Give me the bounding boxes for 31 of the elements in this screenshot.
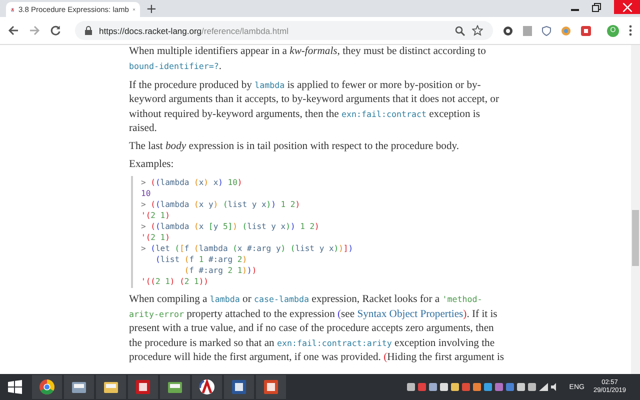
url-text: https://docs.racket-lang.org/reference/lambda.html (99, 26, 288, 36)
taskbar-app-icon[interactable] (192, 375, 222, 399)
star-icon[interactable] (472, 25, 483, 36)
signal-icon[interactable] (539, 383, 548, 391)
shield-icon[interactable] (542, 26, 551, 36)
taskbar-app-icon[interactable] (128, 375, 158, 399)
paragraph: If the procedure produced by lambda is applied to fewer or more by-position or by-keyword arguments than it accepts, to by-keyword arguments that it does not accept, or without required by-keyword arguments, then the exn:fail:contract exception is raised. (129, 79, 500, 136)
back-arrow-icon[interactable] (8, 25, 19, 36)
windows-logo-icon[interactable] (8, 380, 22, 394)
taskbar-app-icon[interactable] (160, 375, 190, 399)
close-window-button[interactable] (614, 0, 640, 14)
paragraph: When compiling a lambda or case-lambda expression, Racket looks for a 'method-arity-error property attached to the expression (see Syntax Object Properties). If it is present with a true value, and if no case of the procedure accepts zero arguments, then the procedure is marked so that an exn:fail:contract:arity exception involving the procedure will hide the first argument, if one was provided. (Hiding the first argument is (129, 293, 506, 365)
taskbar-app-icon[interactable] (64, 375, 94, 399)
examples-heading: Examples: (129, 158, 175, 172)
taskbar-app-icon[interactable] (32, 375, 62, 399)
reload-icon[interactable] (50, 25, 61, 36)
extension-badge-icon[interactable] (581, 26, 591, 36)
address-bar[interactable]: https://docs.racket-lang.org/reference/lambda.html (75, 21, 493, 40)
taskbar-app-icon[interactable] (224, 375, 254, 399)
taskbar-app-icon[interactable] (256, 375, 286, 399)
taskbar-app-icon[interactable] (96, 375, 126, 399)
close-icon (622, 2, 632, 12)
restore-icon[interactable] (592, 2, 601, 12)
code-example: > ((lambda (x) x) 10) 10 > ((lambda (x y) (list y x)) 1 2) '(2 1) > ((lambda (x [y 5]) (list y x)) 1 2) '(2 1) > (let ([f (lambda (x #:arg y) (list y x))]) (list (f 1 #:arg 2) (f #:arg 2 1))) '((2 1) (2 1)) (131, 176, 507, 288)
zoom-icon[interactable] (455, 26, 465, 36)
scrollbar[interactable] (631, 45, 640, 374)
lock-icon (85, 26, 92, 35)
paragraph: When multiple identifiers appear in a kw-formals, they must be distinct according to bound-identifier=?. (129, 45, 487, 74)
paragraph: The last body expression is in tail position with respect to the procedure body. (129, 140, 460, 154)
new-tab-button[interactable]: + (140, 2, 163, 17)
menu-icon[interactable] (629, 25, 632, 36)
